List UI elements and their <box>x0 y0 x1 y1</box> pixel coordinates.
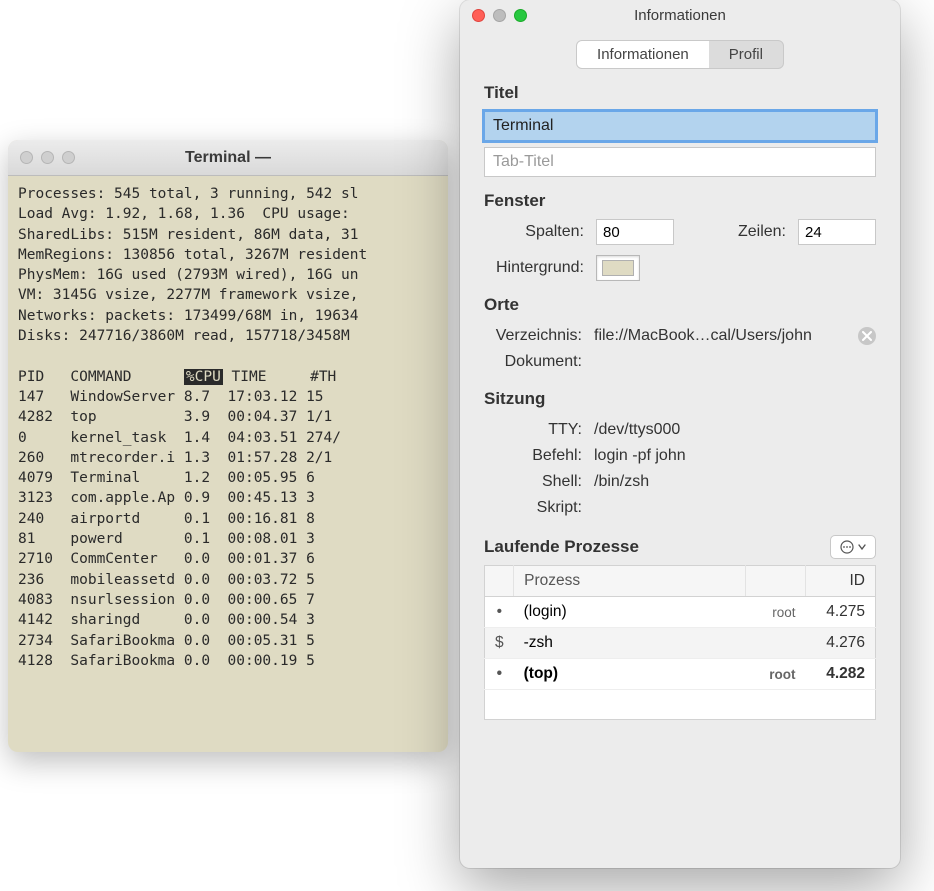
process-symbol: • <box>485 597 514 628</box>
title-input[interactable] <box>484 111 876 141</box>
tty-value: /dev/ttys000 <box>594 421 876 439</box>
directory-value: file://MacBook…cal/Users/john <box>594 327 858 345</box>
process-name: (login) <box>514 597 746 628</box>
inspector-window-title: Informationen <box>460 7 900 24</box>
background-color-well[interactable] <box>596 255 640 281</box>
section-title-titel: Titel <box>484 83 876 103</box>
col-id[interactable]: ID <box>806 566 876 597</box>
section-title-orte: Orte <box>484 295 876 315</box>
section-title-sitzung: Sitzung <box>484 389 876 409</box>
processes-table: Prozess ID •(login)root4.275$-zsh4.276•(… <box>484 565 876 690</box>
tab-profil[interactable]: Profil <box>709 41 783 68</box>
inspector-tabs: Informationen Profil <box>460 30 900 83</box>
process-id: 4.276 <box>806 628 876 659</box>
process-user: root <box>746 597 806 628</box>
shell-value: /bin/zsh <box>594 473 876 491</box>
tab-title-input[interactable] <box>484 147 876 177</box>
process-user <box>746 628 806 659</box>
columns-input[interactable] <box>596 219 674 245</box>
command-label: Befehl: <box>484 447 594 465</box>
chevron-down-icon <box>858 543 866 551</box>
section-title-prozesse: Laufende Prozesse <box>484 537 639 557</box>
process-name: -zsh <box>514 628 746 659</box>
terminal-output[interactable]: Processes: 545 total, 3 running, 542 sl … <box>8 176 448 679</box>
columns-label: Spalten: <box>484 223 584 241</box>
process-id: 4.275 <box>806 597 876 628</box>
inspector-titlebar: Informationen <box>460 0 900 30</box>
script-label: Skript: <box>484 499 594 517</box>
close-x-icon <box>862 331 872 341</box>
process-actions-menu[interactable] <box>830 535 876 559</box>
process-symbol: • <box>485 659 514 690</box>
background-label: Hintergrund: <box>484 259 584 277</box>
terminal-titlebar: Terminal — <box>8 140 448 176</box>
table-row[interactable]: •(top)root4.282 <box>485 659 876 690</box>
command-value: login -pf john <box>594 447 876 465</box>
background-swatch-icon <box>602 260 634 276</box>
terminal-window: Terminal — Processes: 545 total, 3 runni… <box>8 140 448 752</box>
inspector-window: Informationen Informationen Profil Titel… <box>460 0 900 868</box>
table-row[interactable]: •(login)root4.275 <box>485 597 876 628</box>
process-id: 4.282 <box>806 659 876 690</box>
shell-label: Shell: <box>484 473 594 491</box>
clear-directory-button[interactable] <box>858 327 876 345</box>
table-row[interactable]: $-zsh 4.276 <box>485 628 876 659</box>
section-title-fenster: Fenster <box>484 191 876 211</box>
cpu-column-header[interactable]: %CPU <box>184 369 223 385</box>
process-symbol: $ <box>485 628 514 659</box>
process-name: (top) <box>514 659 746 690</box>
col-prozess[interactable]: Prozess <box>514 566 746 597</box>
rows-input[interactable] <box>798 219 876 245</box>
ellipsis-circle-icon <box>840 540 854 554</box>
document-label: Dokument: <box>484 353 594 371</box>
rows-label: Zeilen: <box>738 223 786 241</box>
terminal-window-title: Terminal — <box>8 149 448 167</box>
process-user: root <box>746 659 806 690</box>
tty-label: TTY: <box>484 421 594 439</box>
directory-label: Verzeichnis: <box>484 327 594 345</box>
tab-informationen[interactable]: Informationen <box>577 41 709 68</box>
